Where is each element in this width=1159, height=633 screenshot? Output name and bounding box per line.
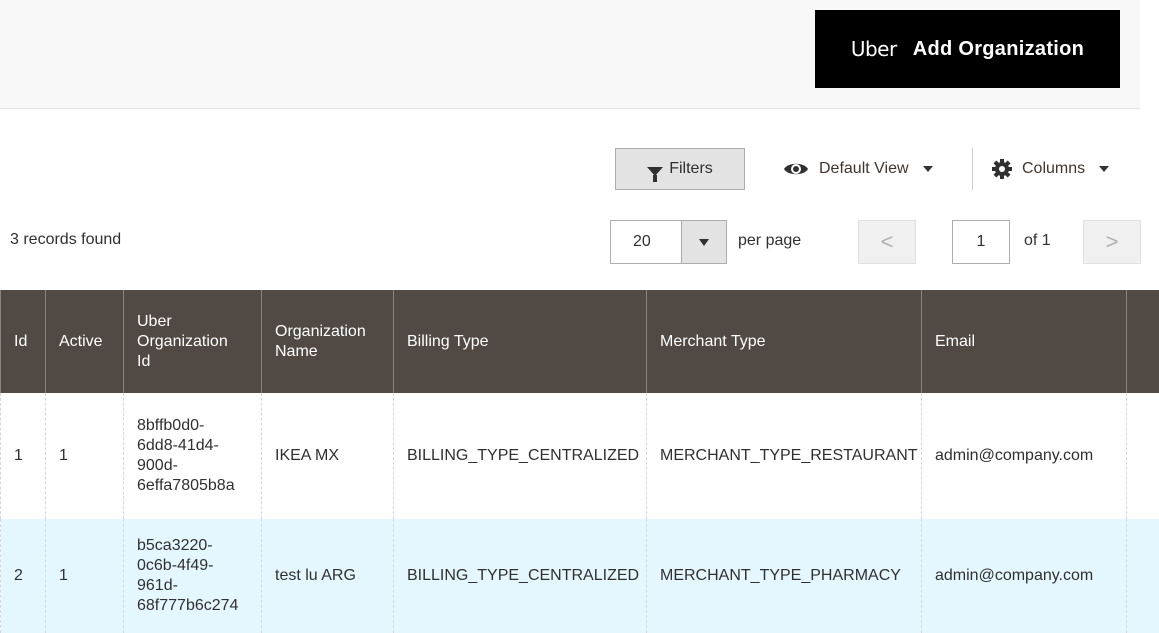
cell-merchant-type: MERCHANT_TYPE_PHARMACY — [646, 519, 922, 633]
toolbar-divider — [972, 148, 973, 190]
cell-truncated — [1126, 519, 1159, 633]
next-page-button[interactable]: > — [1083, 220, 1141, 264]
eye-icon — [784, 163, 808, 175]
per-page-label: per page — [738, 232, 802, 249]
previous-page-button[interactable]: < — [858, 220, 916, 264]
per-page-select[interactable]: 20 — [610, 220, 727, 264]
cell-uber-organization-id: 8bffb0d0- 6dd8-41d4- 900d- 6effa7805b8a — [123, 393, 262, 519]
column-header-uber-organization-id[interactable]: Uber Organization Id — [123, 290, 262, 393]
per-page-value: 20 — [633, 233, 651, 250]
columns-label: Columns — [1022, 160, 1086, 177]
total-pages-label: of 1 — [1024, 232, 1051, 249]
cell-merchant-type: MERCHANT_TYPE_RESTAURANT — [646, 393, 922, 519]
triangle-down-icon — [699, 238, 709, 246]
uber-logo: Uber — [850, 37, 897, 61]
cell-billing-type: BILLING_TYPE_CENTRALIZED — [393, 519, 647, 633]
add-organization-label: Add Organization — [912, 37, 1085, 60]
filters-label: Filters — [669, 160, 713, 177]
column-header-email[interactable]: Email — [921, 290, 1127, 393]
default-view-label: Default View — [819, 160, 909, 177]
funnel-icon — [647, 166, 664, 182]
columns-dropdown[interactable]: Columns — [992, 155, 1110, 183]
cell-organization-name: test lu ARG — [261, 519, 394, 633]
column-header-truncated[interactable] — [1126, 290, 1159, 393]
column-header-billing-type[interactable]: Billing Type — [393, 290, 647, 393]
chevron-left-icon: < — [880, 229, 894, 254]
cell-billing-type: BILLING_TYPE_CENTRALIZED — [393, 393, 647, 519]
column-header-organization-name[interactable]: Organization Name — [261, 290, 394, 393]
column-header-active[interactable]: Active — [45, 290, 124, 393]
cell-active: 1 — [45, 393, 124, 519]
add-organization-button[interactable]: Uber Add Organization — [815, 10, 1120, 88]
cell-active: 1 — [45, 519, 124, 633]
cell-uber-organization-id: b5ca3220- 0c6b-4f49- 961d- 68f777b6c274 — [123, 519, 262, 633]
default-view-dropdown[interactable]: Default View — [783, 155, 933, 183]
gear-icon — [992, 159, 1012, 179]
grid-header-row: Id Active Uber Organization Id Organizat… — [0, 290, 1159, 393]
cell-id: 1 — [0, 393, 46, 519]
cell-id: 2 — [0, 519, 46, 633]
per-page-toggle[interactable] — [681, 221, 726, 263]
filters-button[interactable]: Filters — [615, 148, 745, 190]
column-header-merchant-type[interactable]: Merchant Type — [646, 290, 922, 393]
current-page-input[interactable] — [952, 220, 1010, 264]
chevron-down-icon — [1099, 166, 1110, 172]
cell-organization-name: IKEA MX — [261, 393, 394, 519]
table-row[interactable]: 2 1 b5ca3220- 0c6b-4f49- 961d- 68f777b6c… — [0, 519, 1159, 633]
table-row[interactable]: 1 1 8bffb0d0- 6dd8-41d4- 900d- 6effa7805… — [0, 393, 1159, 519]
records-count: 3 records found — [10, 231, 122, 248]
chevron-right-icon: > — [1105, 229, 1119, 254]
page-actions-bar: Uber Add Organization — [0, 0, 1140, 109]
cell-email: admin@company.com — [921, 519, 1127, 633]
chevron-down-icon — [922, 166, 933, 172]
cell-email: admin@company.com — [921, 393, 1127, 519]
cell-truncated — [1126, 393, 1159, 519]
column-header-id[interactable]: Id — [0, 290, 46, 393]
organizations-grid: Id Active Uber Organization Id Organizat… — [0, 290, 1159, 633]
